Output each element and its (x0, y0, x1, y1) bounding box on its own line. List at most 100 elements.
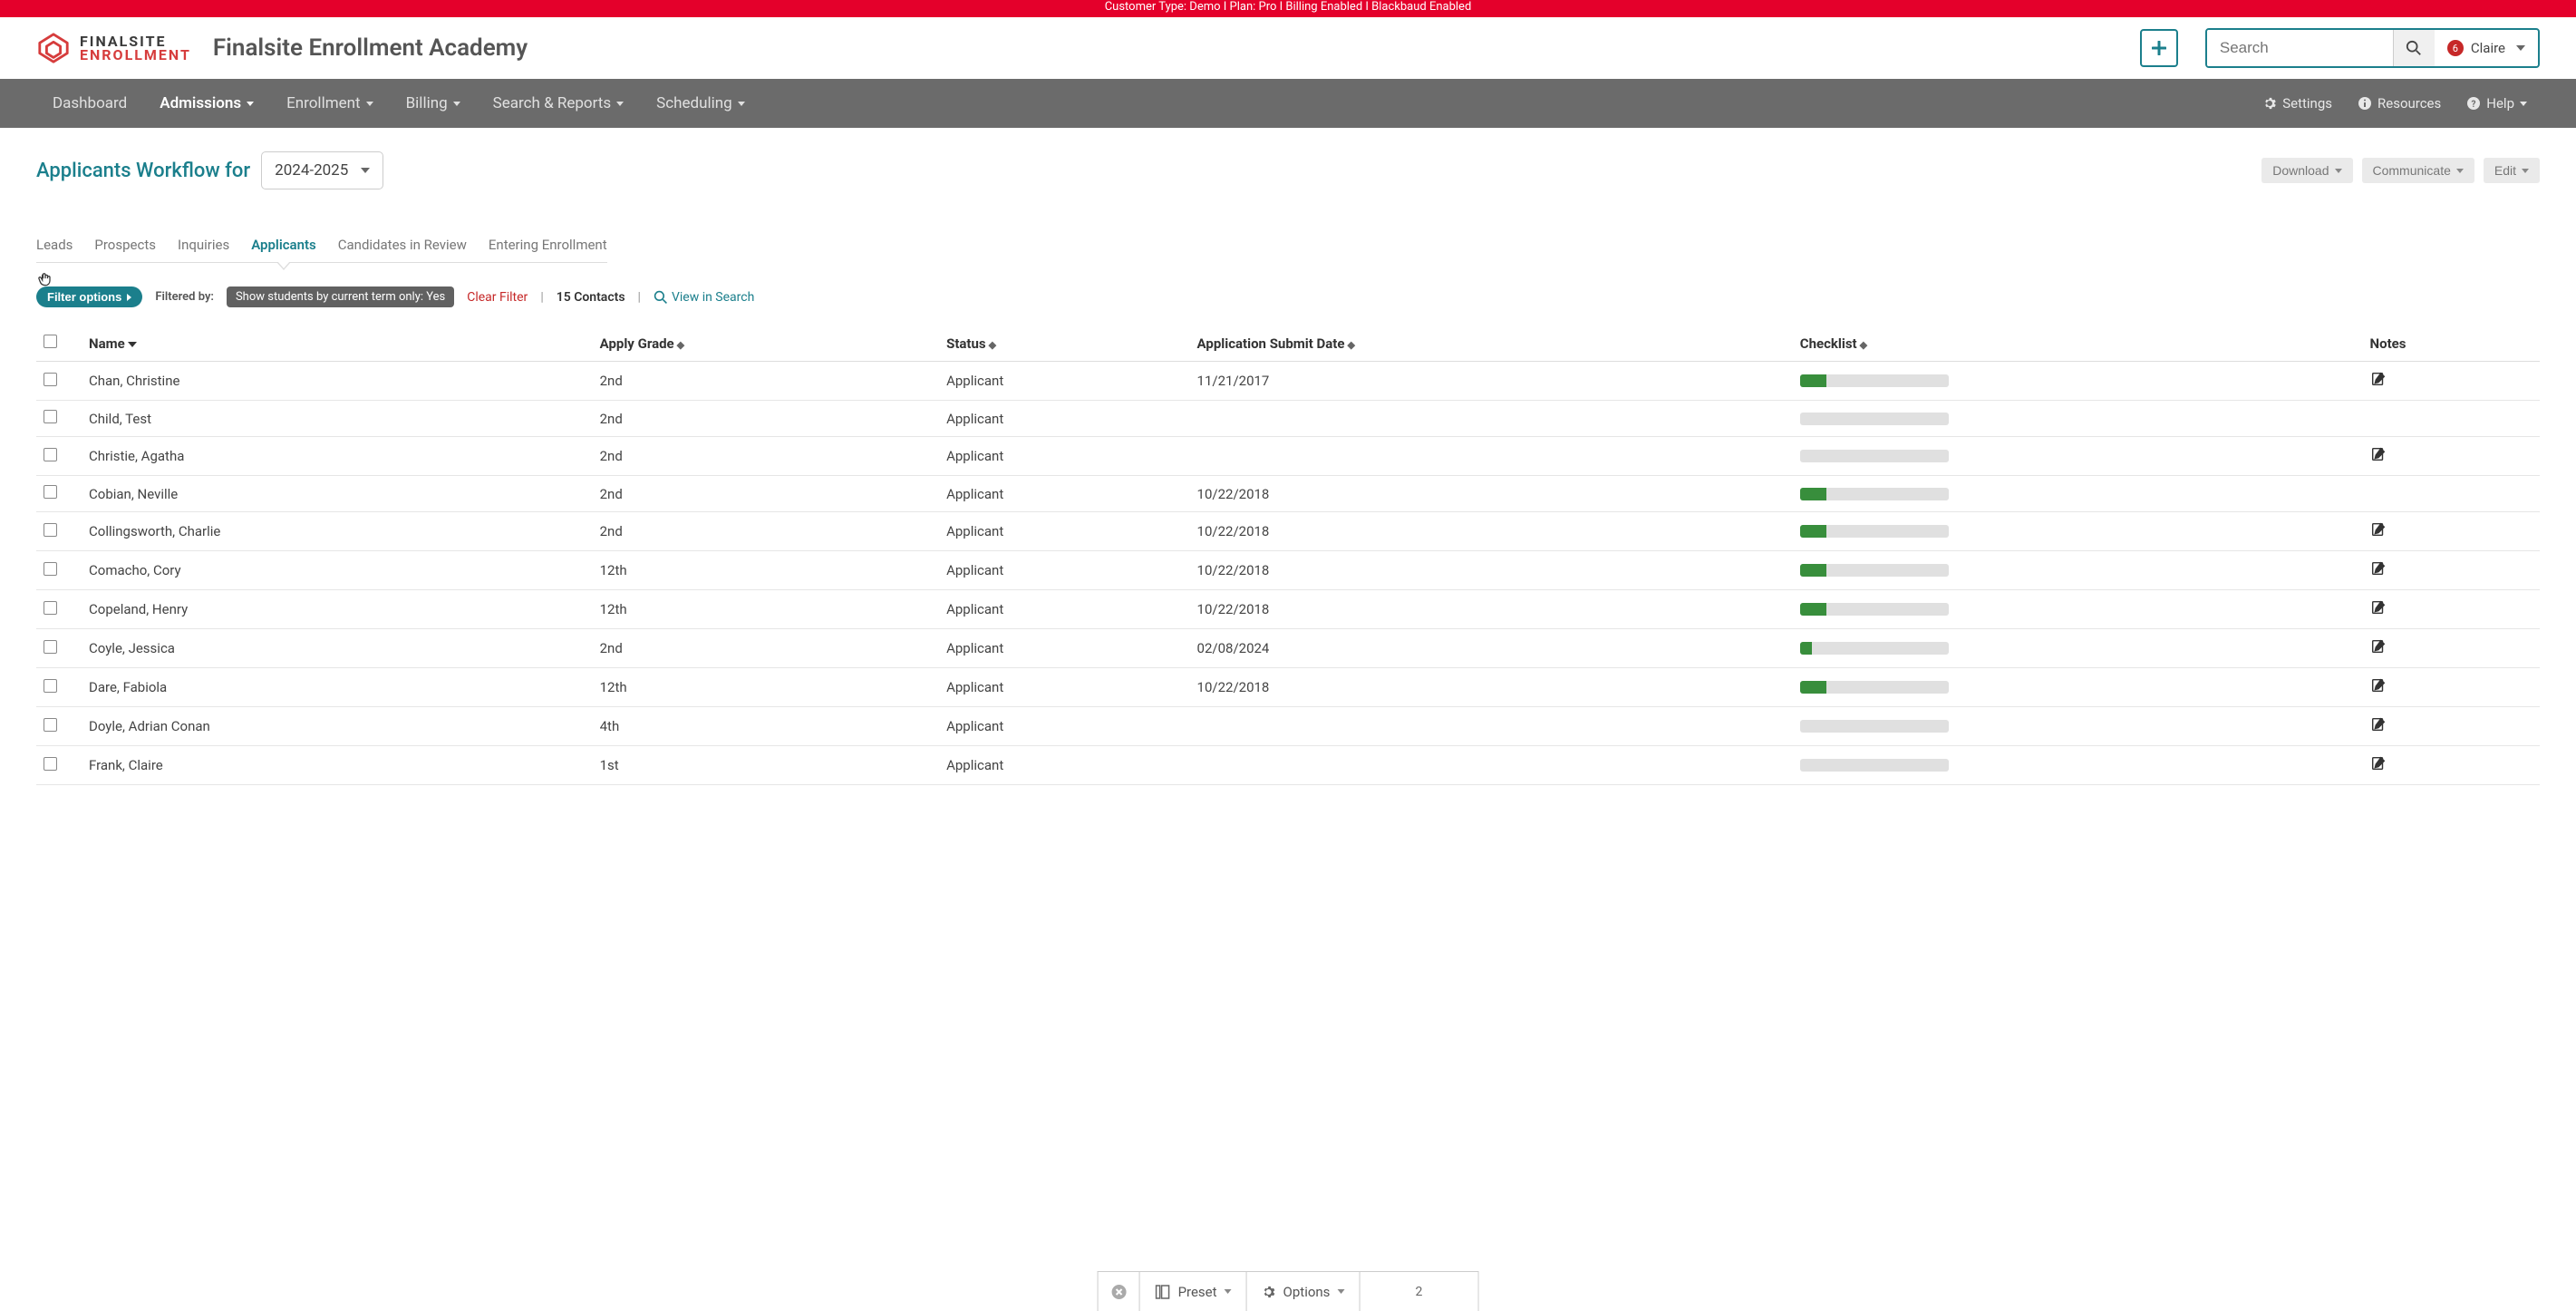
nav-label-dashboard: Dashboard (53, 94, 127, 112)
edit-note-icon[interactable] (2370, 755, 2387, 772)
user-menu[interactable]: 6 Claire (2435, 30, 2538, 66)
nav-resources[interactable]: Resources (2345, 79, 2454, 128)
page-title: Applicants Workflow for (36, 160, 250, 182)
table-row[interactable]: Collingsworth, Charlie2ndApplicant10/22/… (36, 512, 2540, 551)
nav-label-scheduling: Scheduling (656, 94, 732, 112)
progress-bar[interactable] (1800, 681, 1949, 694)
edit-note-icon[interactable] (2370, 716, 2387, 733)
edit-note-icon[interactable] (2370, 560, 2387, 577)
cell-grade: 2nd (593, 401, 939, 437)
row-checkbox[interactable] (44, 523, 57, 537)
row-checkbox[interactable] (44, 373, 57, 386)
edit-button[interactable]: Edit (2484, 158, 2540, 183)
communicate-button[interactable]: Communicate (2362, 158, 2474, 183)
footer-close-button[interactable] (1099, 1272, 1140, 1311)
table-row[interactable]: Christie, Agatha2ndApplicant (36, 437, 2540, 476)
progress-bar[interactable] (1800, 564, 1949, 577)
progress-bar[interactable] (1800, 642, 1949, 655)
page-number[interactable]: 2 (1360, 1272, 1477, 1311)
progress-bar[interactable] (1800, 720, 1949, 733)
tab-inquiries[interactable]: Inquiries (178, 237, 229, 262)
cell-notes (2363, 590, 2540, 629)
nav-dashboard[interactable]: Dashboard (36, 79, 143, 128)
tab-applicants[interactable]: Applicants (251, 237, 316, 262)
search-button[interactable] (2393, 30, 2435, 66)
col-notes-label: Notes (2370, 335, 2407, 352)
table-row[interactable]: Coyle, Jessica2ndApplicant02/08/2024 (36, 629, 2540, 668)
row-checkbox[interactable] (44, 679, 57, 693)
cell-name: Christie, Agatha (82, 437, 593, 476)
progress-bar[interactable] (1800, 413, 1949, 425)
edit-note-icon[interactable] (2370, 677, 2387, 694)
row-checkbox[interactable] (44, 485, 57, 499)
cell-date (1190, 401, 1793, 437)
row-checkbox[interactable] (44, 562, 57, 576)
logo-text: FINALSITE ENROLLMENT (80, 34, 191, 62)
col-status[interactable]: Status◆ (939, 325, 1189, 362)
row-checkbox[interactable] (44, 757, 57, 771)
add-button[interactable] (2140, 29, 2178, 67)
row-checkbox[interactable] (44, 640, 57, 654)
progress-bar[interactable] (1800, 488, 1949, 500)
contact-count: 15 Contacts (557, 290, 625, 305)
cell-status: Applicant (939, 746, 1189, 785)
edit-note-icon[interactable] (2370, 446, 2387, 462)
tab-leads[interactable]: Leads (36, 237, 73, 262)
table-row[interactable]: Chan, Christine2ndApplicant11/21/2017 (36, 362, 2540, 401)
row-checkbox[interactable] (44, 601, 57, 615)
separator: | (540, 290, 543, 305)
edit-note-icon[interactable] (2370, 638, 2387, 655)
download-button[interactable]: Download (2261, 158, 2352, 183)
col-name[interactable]: Name (82, 325, 593, 362)
chevron-down-icon (361, 168, 370, 173)
table-row[interactable]: Copeland, Henry12thApplicant10/22/2018 (36, 590, 2540, 629)
view-in-search-link[interactable]: View in Search (654, 290, 754, 305)
row-checkbox[interactable] (44, 448, 57, 461)
tab-entering[interactable]: Entering Enrollment (489, 237, 607, 262)
edit-note-icon[interactable] (2370, 371, 2387, 387)
edit-note-icon[interactable] (2370, 599, 2387, 616)
user-name: Claire (2471, 40, 2505, 56)
progress-bar[interactable] (1800, 525, 1949, 538)
nav-billing[interactable]: Billing (390, 79, 477, 128)
search-icon (2406, 40, 2422, 56)
progress-bar[interactable] (1800, 450, 1949, 462)
chevron-down-icon (2516, 45, 2525, 51)
year-selector[interactable]: 2024-2025 (261, 151, 383, 189)
filter-chip[interactable]: Show students by current term only: Yes (227, 286, 454, 307)
preset-menu[interactable]: Preset (1140, 1272, 1247, 1311)
select-all-checkbox[interactable] (44, 335, 57, 348)
table-row[interactable]: Child, Test2ndApplicant (36, 401, 2540, 437)
col-submit-date[interactable]: Application Submit Date◆ (1190, 325, 1793, 362)
nav-admissions[interactable]: Admissions (143, 79, 270, 128)
clear-filter-link[interactable]: Clear Filter (467, 290, 528, 305)
row-checkbox[interactable] (44, 410, 57, 423)
table-row[interactable]: Frank, Claire1stApplicant (36, 746, 2540, 785)
nav-search-reports[interactable]: Search & Reports (477, 79, 640, 128)
options-menu[interactable]: Options (1247, 1272, 1361, 1311)
nav-scheduling[interactable]: Scheduling (640, 79, 761, 128)
nav-enrollment[interactable]: Enrollment (270, 79, 389, 128)
progress-bar[interactable] (1800, 759, 1949, 772)
table-row[interactable]: Cobian, Neville2ndApplicant10/22/2018 (36, 476, 2540, 512)
tab-candidates[interactable]: Candidates in Review (338, 237, 467, 262)
col-apply-grade[interactable]: Apply Grade◆ (593, 325, 939, 362)
nav-settings[interactable]: Settings (2250, 79, 2345, 128)
nav-label-search-reports: Search & Reports (493, 94, 611, 112)
table-row[interactable]: Doyle, Adrian Conan4thApplicant (36, 707, 2540, 746)
progress-bar[interactable] (1800, 603, 1949, 616)
tab-prospects[interactable]: Prospects (94, 237, 156, 262)
table-row[interactable]: Dare, Fabiola12thApplicant10/22/2018 (36, 668, 2540, 707)
col-grade-label: Apply Grade (600, 335, 674, 352)
search-input[interactable] (2207, 30, 2393, 66)
cell-grade: 2nd (593, 476, 939, 512)
cell-notes (2363, 746, 2540, 785)
edit-note-icon[interactable] (2370, 521, 2387, 538)
logo[interactable]: FINALSITE ENROLLMENT (36, 31, 191, 65)
filter-options-button[interactable]: Filter options (36, 286, 142, 307)
table-row[interactable]: Comacho, Cory12thApplicant10/22/2018 (36, 551, 2540, 590)
col-checklist[interactable]: Checklist◆ (1793, 325, 2363, 362)
row-checkbox[interactable] (44, 718, 57, 732)
nav-help[interactable]: ? Help (2454, 79, 2540, 128)
progress-bar[interactable] (1800, 374, 1949, 387)
